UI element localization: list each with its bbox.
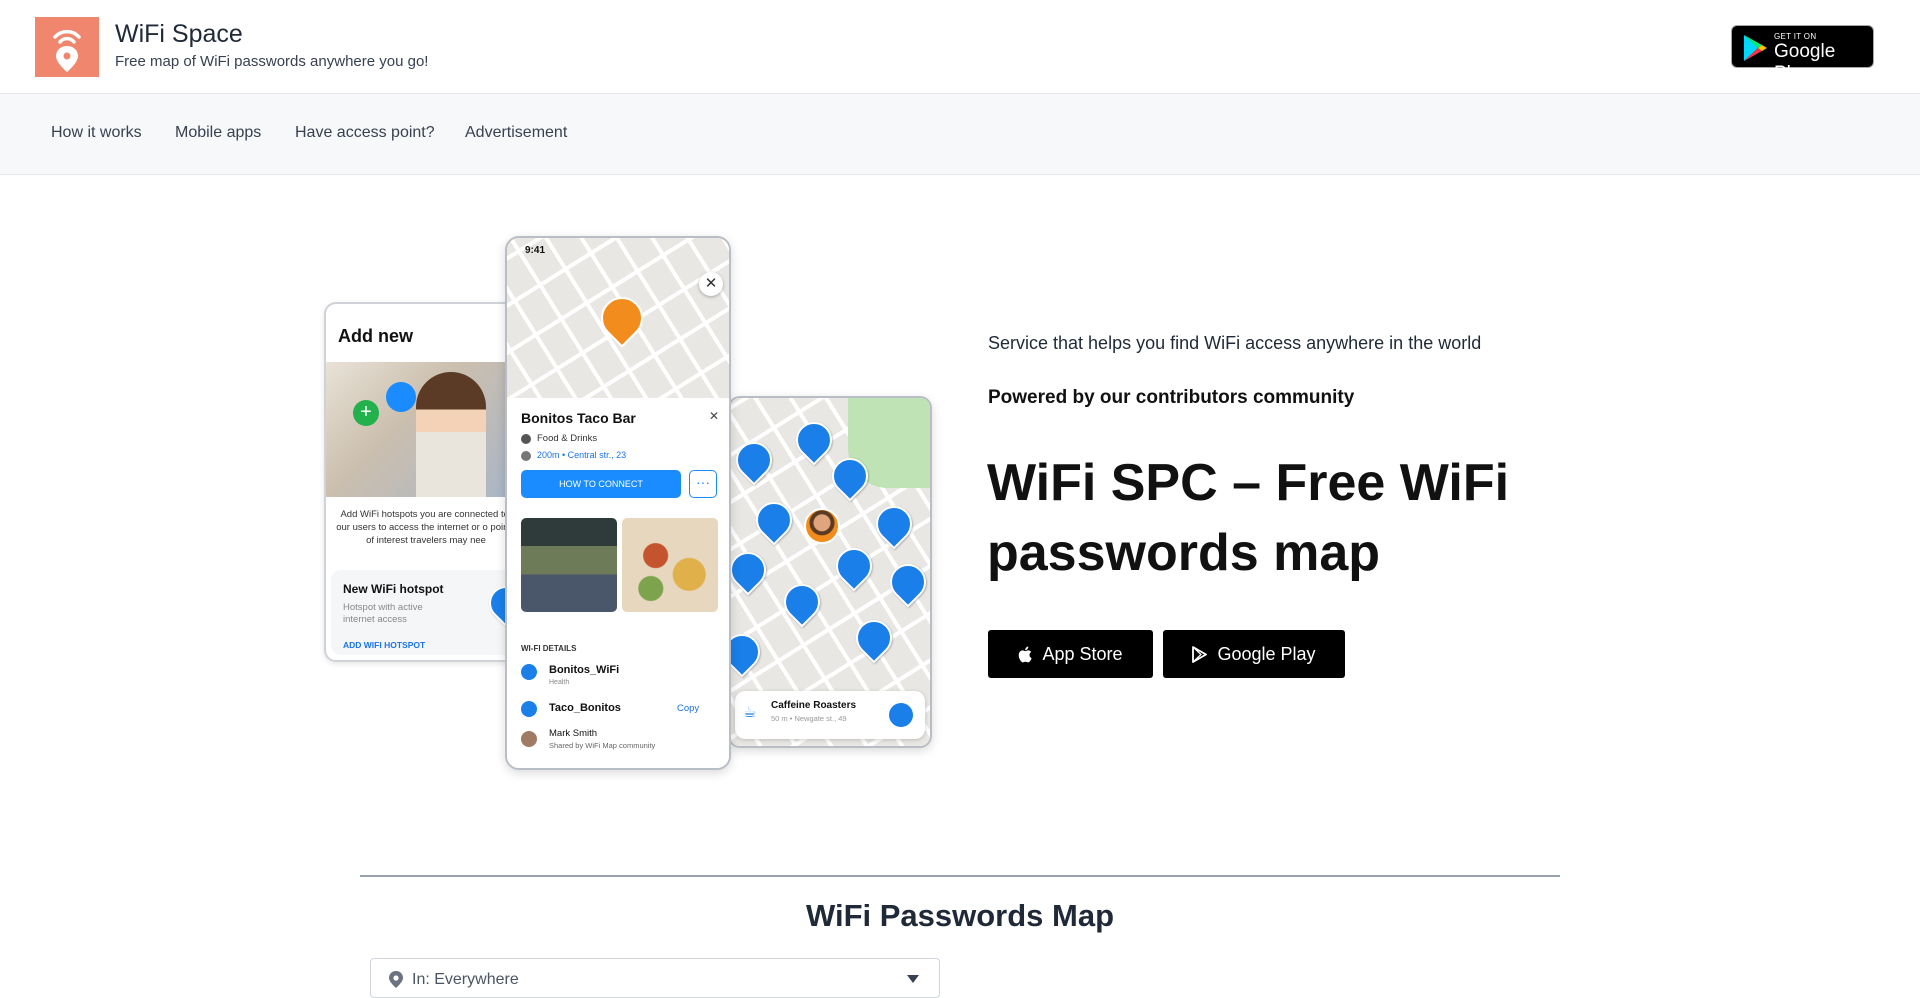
preview-place-name: Caffeine Roasters: [771, 700, 857, 711]
wifi-details-label: WI-FI DETAILS: [521, 644, 577, 653]
location-select-value: In: Everywhere: [412, 971, 519, 988]
google-play-label: Google Play: [1217, 643, 1316, 664]
chevron-down-icon: [907, 975, 919, 983]
map-phone-mockup: ☕ Caffeine Roasters 50 m • Newgate st., …: [728, 396, 932, 748]
nav-mobile-apps[interactable]: Mobile apps: [175, 124, 261, 142]
walk-icon: [521, 451, 531, 461]
coffee-cup-icon: ☕: [743, 704, 757, 721]
place-detail-phone-mockup: 9:41 ✕ Bonitos Taco Bar ✕ Food & Drinks …: [505, 236, 731, 770]
wifi-space-logo[interactable]: [35, 17, 99, 77]
user-avatar-pin: [804, 508, 840, 544]
more-options-icon: ···: [689, 470, 717, 498]
badge-big-text: Google Play: [1774, 41, 1836, 84]
place-preview-card: ☕ Caffeine Roasters 50 m • Newgate st., …: [735, 691, 925, 739]
play-icon: [1192, 645, 1208, 663]
wifi-button-icon: [889, 703, 913, 727]
category-icon: [521, 434, 531, 444]
key-icon: [521, 701, 537, 717]
add-hotspot-link: ADD WIFI HOTSPOT: [343, 640, 426, 650]
add-new-mockup: Add new + Add WiFi hotspots you are conn…: [324, 302, 524, 662]
how-to-connect-button: HOW TO CONNECT: [521, 470, 681, 498]
plus-icon: +: [353, 400, 379, 426]
nav-how-it-works[interactable]: How it works: [51, 124, 142, 142]
google-play-icon: [1744, 35, 1767, 61]
location-select[interactable]: In: Everywhere: [370, 958, 940, 998]
person-illustration: [416, 372, 486, 497]
preview-place-sub: 50 m • Newgate st., 49: [771, 714, 847, 723]
hero-powered-by: Powered by our contributors community: [988, 387, 1355, 408]
app-store-label: App Store: [1042, 643, 1123, 664]
hero-subtitle: Service that helps you find WiFi access …: [988, 333, 1482, 353]
close-icon: ✕: [699, 272, 723, 296]
nav-have-access-point[interactable]: Have access point?: [295, 124, 435, 142]
woman-photo: +: [326, 362, 522, 497]
hotspot-title: New WiFi hotspot: [343, 582, 444, 596]
mockup-add-new-title: Add new: [338, 326, 413, 346]
place-distance: 200m • Central str., 23: [537, 450, 627, 460]
venue-photo: [521, 518, 617, 612]
main-nav: How it works Mobile apps Have access poi…: [0, 94, 1920, 175]
google-play-button[interactable]: Google Play: [1163, 630, 1345, 678]
wifi-password: Taco_Bonitos: [549, 702, 621, 714]
wifi-health: Health: [549, 679, 570, 686]
food-photo: [622, 518, 718, 612]
contributor-avatar: [521, 731, 537, 747]
status-bar-time: 9:41: [525, 245, 546, 256]
badge-small-text: GET IT ON: [1774, 32, 1817, 41]
apple-icon: [1019, 646, 1033, 662]
new-hotspot-card: New WiFi hotspot Hotspot with active int…: [331, 570, 522, 655]
place-category: Food & Drinks: [537, 433, 598, 444]
copy-password-link: Copy: [677, 703, 700, 714]
coffee-icon: [386, 382, 416, 412]
wifi-lock-icon: [521, 664, 537, 680]
location-pin-icon: [389, 971, 403, 988]
wifi-ssid: Bonitos_WiFi: [549, 664, 620, 676]
close-icon: ✕: [708, 409, 719, 423]
map-section-title: WiFi Passwords Map: [805, 898, 1115, 933]
app-store-button[interactable]: App Store: [988, 630, 1153, 678]
google-play-badge[interactable]: GET IT ON Google Play: [1731, 25, 1874, 84]
section-divider: [360, 875, 1560, 877]
contributor-name: Mark Smith: [549, 728, 598, 739]
mockup-add-description: Add WiFi hotspots you are connected to, …: [336, 509, 516, 546]
hero-title: WiFi SPC – Free WiFi passwords map: [987, 454, 1510, 582]
brand-tagline: Free map of WiFi passwords anywhere you …: [115, 53, 429, 70]
nav-advertisement[interactable]: Advertisement: [465, 124, 567, 142]
place-sheet: Bonitos Taco Bar ✕ Food & Drinks 200m • …: [507, 398, 729, 768]
site-header: WiFi Space Free map of WiFi passwords an…: [0, 0, 1920, 94]
brand-title[interactable]: WiFi Space: [115, 20, 243, 49]
shared-by-text: Shared by WiFi Map community: [549, 741, 656, 750]
place-name: Bonitos Taco Bar: [521, 410, 636, 426]
hotspot-description: Hotspot with active internet access: [343, 602, 423, 625]
